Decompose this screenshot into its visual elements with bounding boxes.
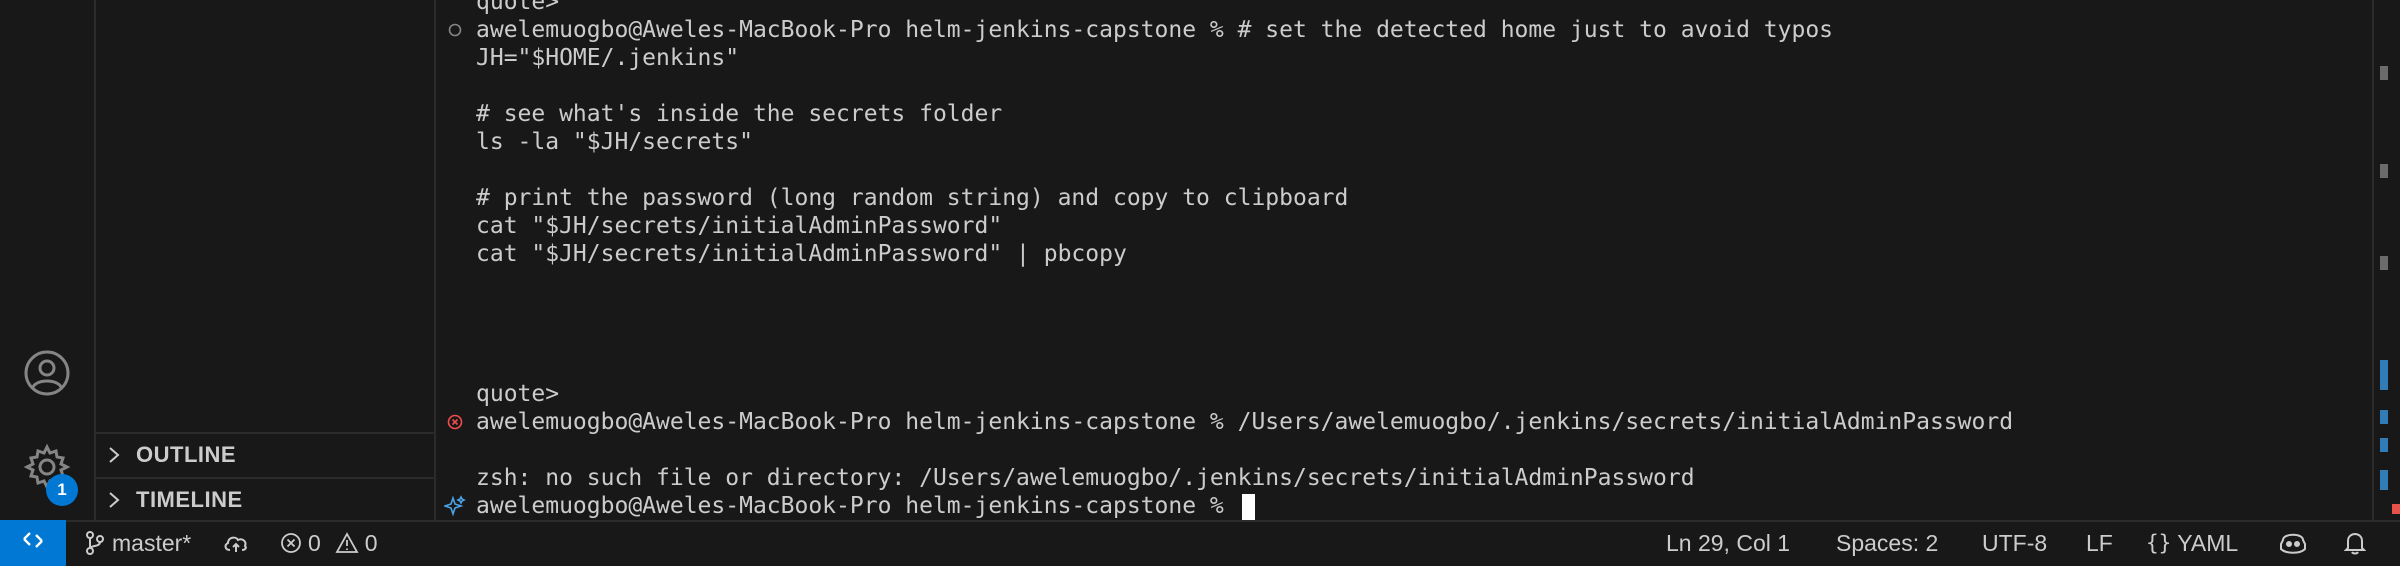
git-branch-icon (84, 530, 106, 556)
chevron-right-icon (106, 445, 128, 465)
copilot-button[interactable] (2278, 522, 2308, 564)
scroll-marker (2380, 438, 2388, 452)
sync-button[interactable] (222, 522, 250, 564)
language-mode: YAML (2177, 529, 2239, 556)
terminal-line: # print the password (long random string… (476, 185, 1349, 211)
account-icon (23, 349, 71, 402)
terminal-scrollbar[interactable] (2372, 0, 2400, 520)
command-success-circle-icon[interactable] (444, 16, 466, 44)
scroll-marker (2380, 164, 2388, 178)
terminal-line: cat "$JH/secrets/initialAdminPassword" |… (476, 241, 1127, 267)
account-button[interactable] (18, 346, 76, 404)
error-marker (2392, 504, 2400, 514)
branch-status-item[interactable]: master* (84, 522, 191, 564)
terminal-line: zsh: no such file or directory: /Users/a… (476, 465, 1695, 491)
branch-name: master* (112, 529, 192, 556)
section-outline-label: OUTLINE (136, 442, 237, 467)
cloud-upload-icon (222, 531, 250, 555)
terminal-line: quote> (476, 0, 560, 15)
terminal-line: ls -la "$JH/secrets" (476, 129, 753, 155)
terminal-line: cat "$JH/secrets/initialAdminPassword" (476, 213, 1003, 239)
encoding-item[interactable]: UTF-8 (1982, 522, 2047, 564)
notifications-button[interactable] (2344, 522, 2366, 564)
scroll-marker (2380, 66, 2388, 80)
eol: LF (2086, 529, 2113, 556)
warning-icon (335, 532, 359, 554)
terminal-prompt-line: awelemuogbo@Aweles-MacBook-Pro helm-jenk… (476, 492, 1255, 520)
sidebar: OUTLINE TIMELINE (96, 0, 436, 520)
terminal-prompt: awelemuogbo@Aweles-MacBook-Pro helm-jenk… (476, 493, 1238, 519)
terminal-line: awelemuogbo@Aweles-MacBook-Pro helm-jenk… (476, 17, 1834, 43)
command-error-icon[interactable] (444, 408, 466, 436)
terminal-line: JH="$HOME/.jenkins" (476, 45, 740, 71)
eol-item[interactable]: LF (2086, 522, 2113, 564)
terminal-line: quote> (476, 381, 560, 407)
terminal-line: awelemuogbo@Aweles-MacBook-Pro helm-jenk… (476, 409, 2014, 435)
section-timeline[interactable]: TIMELINE (96, 477, 434, 521)
section-outline[interactable]: OUTLINE (96, 432, 434, 476)
scroll-marker (2380, 470, 2388, 490)
cursor-position: Ln 29, Col 1 (1666, 529, 1791, 556)
remote-icon (20, 527, 46, 559)
terminal-cursor (1241, 493, 1255, 520)
copilot-icon (2278, 530, 2308, 556)
remote-indicator-button[interactable] (0, 520, 66, 566)
braces-icon: {} (2146, 531, 2172, 555)
cursor-position-item[interactable]: Ln 29, Col 1 (1666, 522, 1790, 564)
error-icon (280, 532, 302, 554)
problems-status-item[interactable]: 0 0 (280, 522, 378, 564)
indentation-item[interactable]: Spaces: 2 (1836, 522, 1938, 564)
terminal-line: # see what's inside the secrets folder (476, 101, 1003, 127)
encoding: UTF-8 (1982, 529, 2048, 556)
activity-bar: 1 (0, 0, 96, 520)
scroll-marker (2380, 360, 2388, 390)
scroll-marker (2380, 410, 2388, 424)
manage-badge: 1 (46, 474, 78, 506)
scroll-marker (2380, 256, 2388, 270)
sparkle-icon[interactable] (444, 492, 466, 520)
error-count: 0 (308, 529, 321, 556)
warning-count: 0 (364, 529, 378, 556)
terminal-panel[interactable]: quote> awelemuogbo@Aweles-MacBook-Pro he… (436, 0, 2372, 520)
indentation: Spaces: 2 (1836, 529, 1939, 556)
chevron-right-icon (106, 490, 128, 510)
status-bar: master* 0 0 Ln 29, Col 1 Spaces: 2 UTF-8 (0, 520, 2400, 566)
section-timeline-label: TIMELINE (136, 487, 243, 512)
language-mode-item[interactable]: {} YAML (2146, 522, 2238, 564)
bell-icon (2344, 531, 2366, 555)
